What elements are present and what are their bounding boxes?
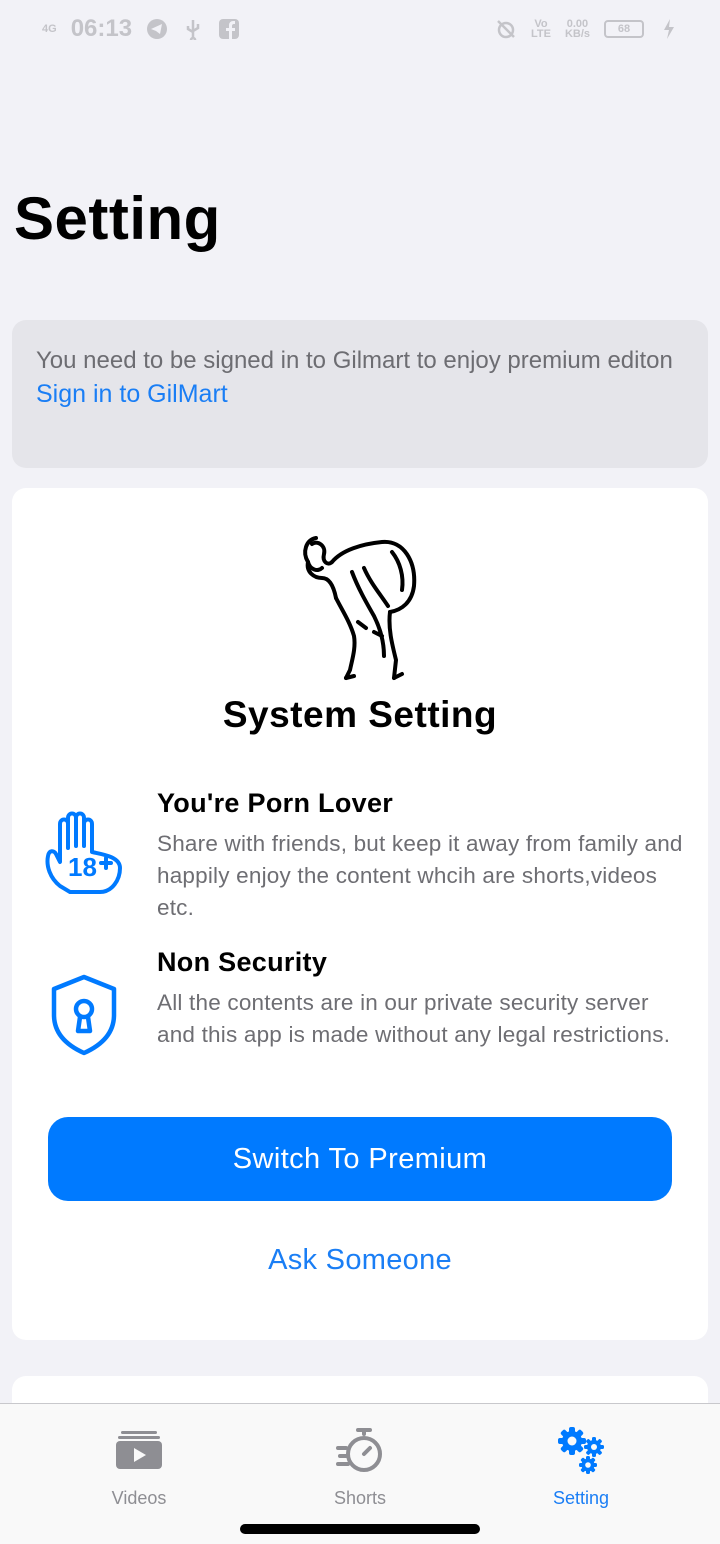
section-title: System Setting [222,694,498,735]
signin-link[interactable]: Sign in to GilMart [36,380,684,409]
charging-icon [658,18,680,40]
feature-title: You're Porn Lover [157,788,394,818]
shield-lock-icon [40,971,128,1059]
system-setting-card: System Setting 18 You're Porn Lover Shar… [12,488,708,1340]
tab-label: Videos [111,1488,167,1508]
page-title: Setting [14,185,221,252]
feature-description: All the contents are in our private secu… [157,990,671,1047]
feature-description: Share with friends, but keep it away fro… [157,831,683,920]
status-bar-right: Vo LTE 0.00 KB/s 68 [495,18,680,40]
usb-icon [182,18,204,40]
tab-label: Shorts [333,1488,387,1508]
stopwatch-icon [334,1424,386,1476]
signin-card: You need to be signed in to Gilmart to e… [12,320,708,468]
hand-18-plus-icon: 18 [40,808,128,896]
gears-icon [555,1424,607,1476]
videos-icon [113,1424,165,1476]
tab-shorts[interactable]: Shorts [280,1424,440,1509]
tab-videos[interactable]: Videos [59,1424,219,1509]
facebook-icon [218,18,240,40]
lte-label: LTE [530,28,551,40]
ask-someone-link[interactable]: Ask Someone [12,1244,708,1277]
telegram-icon [146,18,168,40]
feature-title: Non Security [157,947,328,977]
speed-unit: KB/s [564,28,590,40]
alarm-off-icon [495,18,517,40]
signin-message: You need to be signed in to Gilmart to e… [36,347,673,374]
tab-bar: Videos Shorts Setting [0,1403,720,1544]
tab-setting[interactable]: Setting [501,1424,661,1509]
network-indicator: 4G [42,23,57,35]
status-bar-left: 4G 06:13 [42,15,240,43]
status-time: 06:13 [70,15,133,42]
volte-indicator: Vo LTE [530,19,551,40]
home-indicator[interactable] [240,1524,480,1534]
battery-indicator: 68 [604,20,644,38]
svg-text:18: 18 [68,852,97,882]
network-speed: 0.00 KB/s [564,19,590,40]
status-bar: 4G 06:13 Vo LTE 0.00 KB/s 68 [0,0,720,58]
switch-to-premium-button[interactable]: Switch To Premium [48,1117,672,1201]
app-logo [292,532,432,682]
tab-label: Setting [552,1488,610,1508]
